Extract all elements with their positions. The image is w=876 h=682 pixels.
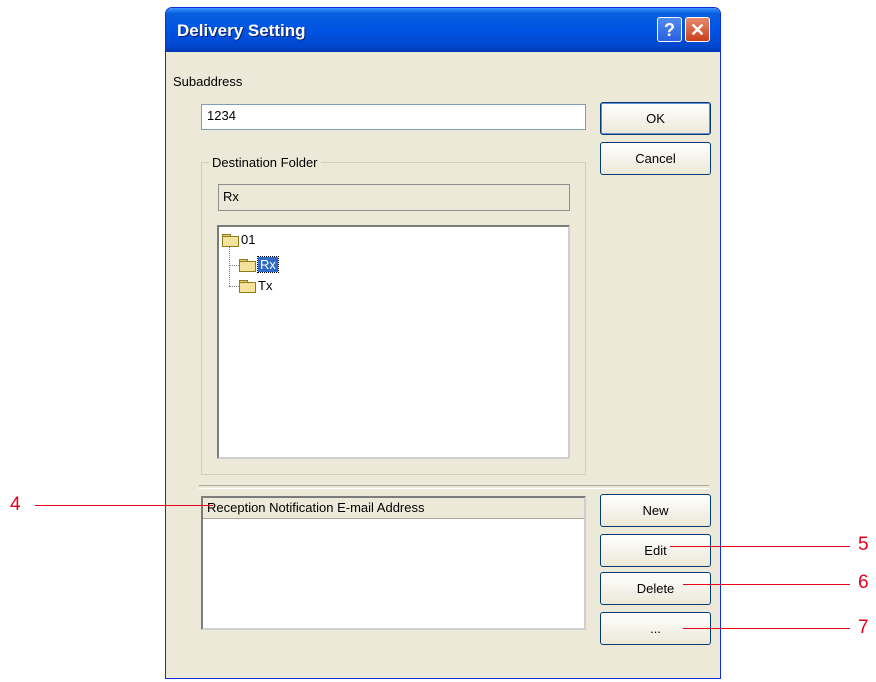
callout-line-7 <box>683 628 850 629</box>
separator <box>199 485 709 489</box>
tree-item-label: Rx <box>257 256 279 273</box>
tree-item-rx[interactable]: Rx <box>239 256 279 273</box>
help-button[interactable]: ? <box>657 17 682 42</box>
callout-5: 5 <box>858 534 869 555</box>
callout-line-6 <box>683 584 850 585</box>
title-bar[interactable]: Delivery Setting ? ✕ <box>166 8 720 52</box>
delete-button[interactable]: Delete <box>600 572 711 605</box>
folder-icon <box>222 233 239 247</box>
edit-button[interactable]: Edit <box>600 534 711 567</box>
callout-line-5 <box>670 546 850 547</box>
subaddress-label: Subaddress <box>173 74 243 89</box>
tree-connector <box>229 265 239 266</box>
delivery-setting-dialog: Delivery Setting ? ✕ Subaddress 1234 OK … <box>165 7 721 679</box>
tree-item-label: Tx <box>258 278 273 293</box>
tree-item-01[interactable]: 01 <box>222 232 255 247</box>
subaddress-input[interactable]: 1234 <box>201 104 586 130</box>
callout-4: 4 <box>10 494 21 515</box>
window-title: Delivery Setting <box>177 21 306 40</box>
callout-6: 6 <box>858 572 869 593</box>
cancel-button[interactable]: Cancel <box>600 142 711 175</box>
open-folder-icon <box>239 258 256 272</box>
folder-icon <box>239 279 256 293</box>
callout-line-4 <box>35 505 213 506</box>
tree-connector <box>229 247 230 286</box>
tree-item-label: 01 <box>241 232 256 247</box>
destination-folder-legend: Destination Folder <box>209 155 321 170</box>
tree-connector <box>229 286 239 287</box>
destination-path-field: Rx <box>218 184 570 211</box>
close-button[interactable]: ✕ <box>685 17 710 42</box>
callout-7: 7 <box>858 617 869 638</box>
folder-tree[interactable]: 01 Rx Tx <box>217 225 570 459</box>
column-header-email[interactable]: Reception Notification E-mail Address <box>203 498 584 519</box>
new-button[interactable]: New <box>600 494 711 527</box>
tree-item-tx[interactable]: Tx <box>239 278 272 293</box>
notification-address-list[interactable]: Reception Notification E-mail Address <box>201 496 586 630</box>
ok-button[interactable]: OK <box>600 102 711 135</box>
